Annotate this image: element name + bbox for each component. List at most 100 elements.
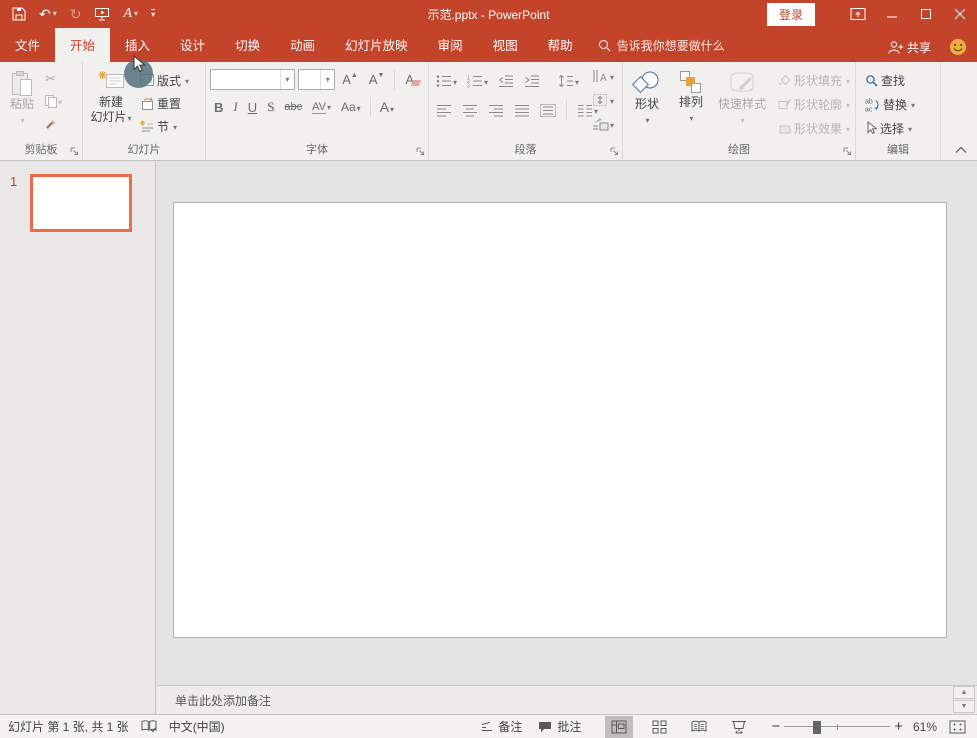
decrease-indent-button[interactable] — [495, 71, 517, 91]
undo-dropdown-icon: ▾ — [53, 10, 57, 18]
clear-formatting-button[interactable]: A — [401, 70, 424, 90]
shapes-button[interactable]: 形状 — [625, 66, 669, 140]
undo-button[interactable]: ↶▾ — [39, 7, 57, 21]
format-painter-button[interactable] — [42, 113, 65, 133]
share-button[interactable]: 共享 — [887, 39, 931, 56]
tab-animations[interactable]: 动画 — [275, 28, 330, 62]
slideshow-view-button[interactable] — [725, 716, 753, 738]
font-size-combobox[interactable]: ▾ — [298, 69, 335, 90]
character-spacing-button[interactable]: AV — [308, 97, 335, 117]
language-indicator[interactable]: 中文(中国) — [161, 715, 233, 738]
customize-qat-button[interactable]: ▾ — [151, 9, 155, 19]
paste-button[interactable]: 粘贴 — [2, 66, 42, 140]
slide-canvas[interactable] — [173, 202, 947, 638]
font-color-button[interactable]: A — [376, 97, 398, 117]
tab-file[interactable]: 文件 — [0, 28, 55, 62]
zoom-in-button[interactable]: + — [890, 718, 907, 735]
strikethrough-button[interactable]: abc — [280, 97, 306, 117]
section-button[interactable]: 节 — [137, 115, 192, 137]
normal-view-icon — [611, 720, 627, 734]
login-button[interactable]: 登录 — [767, 3, 815, 26]
zoom-out-button[interactable]: − — [767, 718, 784, 735]
layout-button[interactable]: 版式 — [137, 69, 192, 91]
convert-smartart-button[interactable] — [589, 114, 617, 134]
tab-transitions[interactable]: 切换 — [220, 28, 275, 62]
drawing-dialog-launcher[interactable] — [843, 147, 852, 156]
start-slideshow-button[interactable] — [94, 7, 110, 21]
notes-pane[interactable]: 单击此处添加备注 — [157, 685, 977, 714]
tell-me-box[interactable]: 告诉我你想要做什么 — [588, 30, 735, 62]
bold-button[interactable]: B — [210, 97, 227, 117]
slide-sorter-view-button[interactable] — [645, 716, 673, 738]
align-left-button[interactable] — [433, 100, 455, 120]
save-button[interactable] — [12, 7, 26, 21]
paragraph-dialog-launcher[interactable] — [610, 147, 619, 156]
distribute-text-button[interactable] — [537, 100, 559, 120]
redo-button[interactable]: ↻ — [70, 7, 82, 21]
next-slide-button[interactable]: ▼ — [953, 700, 975, 713]
shape-effects-button[interactable]: 形状效果 — [775, 117, 853, 139]
select-button[interactable]: 选择 — [862, 117, 918, 139]
clipboard-dialog-launcher[interactable] — [70, 147, 79, 156]
tab-insert[interactable]: 插入 — [110, 28, 165, 62]
pen-a-button[interactable]: A▾ — [123, 7, 138, 21]
slide-thumbnail-panel: 1 — [0, 162, 156, 714]
font-name-combobox[interactable]: ▾ — [210, 69, 295, 90]
ribbon-display-options-button[interactable] — [841, 0, 875, 28]
share-label: 共享 — [907, 39, 931, 56]
italic-button[interactable]: I — [229, 97, 241, 117]
normal-view-button[interactable] — [605, 716, 633, 738]
collapse-ribbon-button[interactable] — [955, 146, 967, 154]
tab-help[interactable]: 帮助 — [533, 28, 588, 62]
feedback-smiley-icon[interactable] — [949, 38, 967, 56]
zoom-level[interactable]: 61% — [907, 715, 943, 738]
font-dialog-launcher[interactable] — [416, 147, 425, 156]
notes-toggle-button[interactable]: 备注 — [472, 715, 530, 738]
align-text-button[interactable] — [589, 90, 617, 110]
comments-toggle-button[interactable]: 批注 — [530, 715, 589, 738]
grow-font-button[interactable]: A▲ — [338, 70, 362, 90]
text-shadow-button[interactable]: S — [263, 97, 278, 117]
tab-slideshow[interactable]: 幻灯片放映 — [330, 28, 423, 62]
align-right-button[interactable] — [485, 100, 507, 120]
shape-outline-button[interactable]: 形状轮廓 — [775, 93, 853, 115]
change-case-button[interactable]: Aa — [337, 97, 365, 117]
find-button[interactable]: 查找 — [862, 69, 918, 91]
chevron-up-icon — [955, 146, 967, 154]
tab-view[interactable]: 视图 — [478, 28, 533, 62]
shrink-font-button[interactable]: A▼ — [365, 70, 389, 90]
minimize-button[interactable] — [875, 0, 909, 28]
align-center-button[interactable] — [459, 100, 481, 120]
quick-styles-button[interactable]: 快速样式 — [713, 66, 771, 140]
numbering-button[interactable]: 123 — [464, 71, 491, 91]
align-right-icon — [488, 104, 504, 117]
zoom-slider-handle[interactable] — [813, 721, 821, 734]
tab-design[interactable]: 设计 — [165, 28, 220, 62]
copy-button[interactable] — [42, 91, 65, 111]
reset-button[interactable]: 重置 — [137, 92, 192, 114]
maximize-button[interactable] — [909, 0, 943, 28]
cut-button[interactable]: ✂ — [42, 69, 65, 89]
arrange-button[interactable]: 排列 — [669, 66, 713, 140]
slide-counter[interactable]: 幻灯片 第 1 张, 共 1 张 — [0, 715, 137, 738]
tab-home[interactable]: 开始 — [55, 28, 110, 62]
spellcheck-button[interactable] — [137, 715, 161, 738]
line-spacing-button[interactable] — [555, 71, 582, 91]
shapes-label: 形状 — [635, 97, 659, 112]
zoom-slider[interactable] — [784, 720, 890, 734]
previous-slide-button[interactable]: ▲ — [953, 686, 975, 699]
shape-fill-button[interactable]: 形状填充 — [775, 69, 853, 91]
increase-indent-button[interactable] — [521, 71, 543, 91]
replace-button[interactable]: abac替换 — [862, 93, 918, 115]
close-button[interactable] — [943, 0, 977, 28]
tab-review[interactable]: 审阅 — [423, 28, 478, 62]
quick-styles-icon — [726, 70, 758, 97]
text-direction-button[interactable]: A — [589, 66, 617, 86]
underline-button[interactable]: U — [244, 97, 261, 117]
fit-slide-to-window-button[interactable] — [943, 716, 971, 738]
justify-button[interactable] — [511, 100, 533, 120]
slide-thumbnail[interactable] — [30, 174, 132, 232]
bullets-button[interactable] — [433, 71, 460, 91]
reading-view-button[interactable] — [685, 716, 713, 738]
new-slide-button[interactable]: 新建 幻灯片 — [85, 66, 137, 140]
